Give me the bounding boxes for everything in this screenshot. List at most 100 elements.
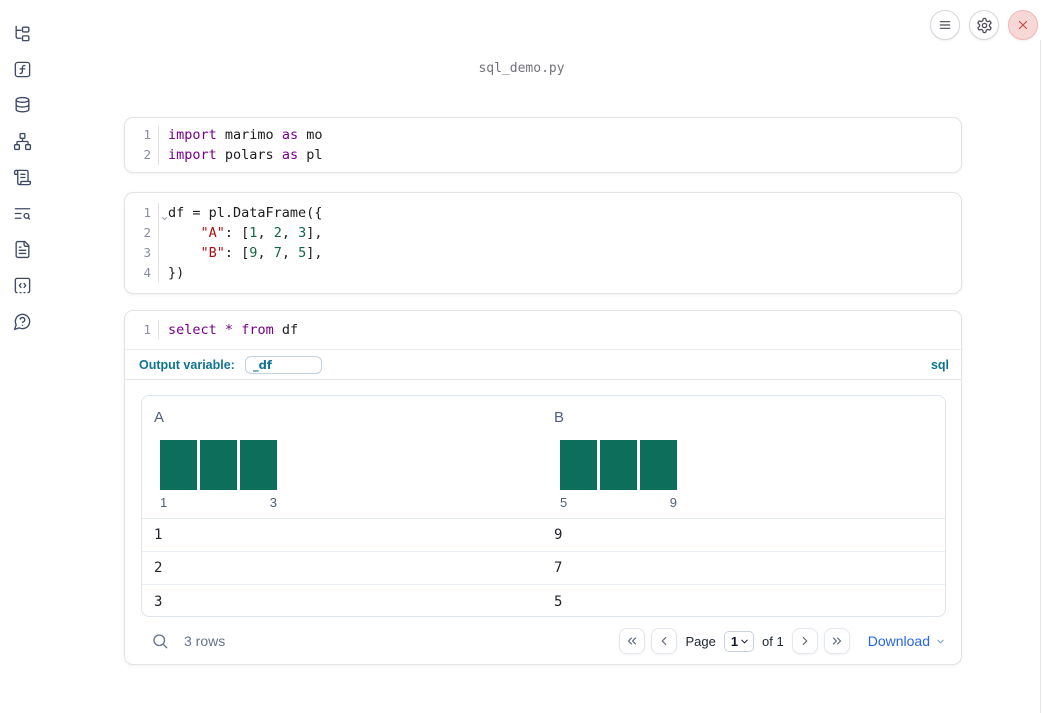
code-cell-dataframe[interactable]: 1 df = pl.DataFrame({2 "A": [1, 2, 3], 3 "… <box>124 192 962 294</box>
code-token: marimo <box>216 127 282 143</box>
code-token: polars <box>216 147 282 163</box>
last-page-button[interactable] <box>823 628 850 654</box>
shutdown-button[interactable] <box>1008 10 1038 40</box>
code-text: import polars as pl <box>159 145 322 165</box>
cell-output-area: A 1 3 B 5 9 192735 3 rows Page 1 of 1 Do… <box>125 380 961 666</box>
fold-chevron-icon <box>161 216 168 221</box>
line-number: 3 <box>125 243 159 263</box>
code-text: "A": [1, 2, 3], <box>159 223 323 243</box>
table-body: 192735 <box>142 519 945 616</box>
next-page-button[interactable] <box>791 628 818 654</box>
histogram-bar[interactable] <box>160 440 197 490</box>
search-icon[interactable] <box>151 632 169 650</box>
code-token: , <box>281 225 299 241</box>
notebook-filename: sql_demo.py <box>478 61 565 76</box>
line-number: 1 <box>125 203 168 223</box>
histogram-bar[interactable] <box>640 440 677 490</box>
row-count-label: 3 rows <box>184 633 226 649</box>
table-cell: 1 <box>154 527 163 543</box>
code-token: * <box>224 322 234 338</box>
sidebar-item-documentation[interactable] <box>12 240 32 258</box>
table-row[interactable]: 27 <box>142 552 945 585</box>
sidebar <box>0 0 44 713</box>
table-row[interactable]: 35 <box>142 585 945 616</box>
output-variable-label: Output variable: <box>139 357 235 372</box>
histogram-bar[interactable] <box>600 440 637 490</box>
gear-icon <box>976 17 992 33</box>
code-text: import marimo as mo <box>159 125 322 145</box>
column-label: B <box>554 409 565 426</box>
scroll-icon <box>13 169 31 185</box>
sidebar-item-outline-search[interactable] <box>12 204 32 222</box>
column-histogram <box>560 440 677 490</box>
fold-toggle[interactable] <box>160 209 169 229</box>
sql-cell[interactable]: 1select * from df Output variable: sql A… <box>124 310 962 665</box>
table-cell: 5 <box>554 593 563 610</box>
menu-button[interactable] <box>930 10 960 40</box>
code-token: mo <box>298 127 323 143</box>
histogram-bar[interactable] <box>200 440 237 490</box>
code-token: as <box>281 127 299 143</box>
chevrons-right-icon <box>832 637 841 645</box>
code-token: df <box>273 322 299 338</box>
code-editor[interactable]: 1 df = pl.DataFrame({2 "A": [1, 2, 3], 3 "… <box>125 193 961 293</box>
code-snippet-icon <box>14 277 30 293</box>
code-token: ], <box>306 245 323 261</box>
page-label: Page <box>685 633 716 649</box>
output-variable-input[interactable] <box>244 355 322 374</box>
sidebar-item-datasources[interactable] <box>12 96 32 114</box>
document-icon <box>14 240 30 258</box>
menu-icon <box>939 21 951 29</box>
code-cell-imports[interactable]: 1 import marimo as mo 2 import polars as pl <box>124 117 962 173</box>
column-header-a[interactable]: A 1 3 <box>142 396 542 518</box>
close-icon <box>1018 20 1028 30</box>
dataframe-table: A 1 3 B 5 9 192735 <box>141 395 946 617</box>
chevron-left-icon <box>662 636 667 646</box>
sidebar-item-file-explorer[interactable] <box>12 24 32 42</box>
table-cell: 3 <box>154 593 163 610</box>
settings-button[interactable] <box>969 10 999 40</box>
code-token: "A" <box>200 225 225 241</box>
code-token: select <box>168 322 217 338</box>
histogram-bar[interactable] <box>240 440 277 490</box>
code-line: 4}) <box>125 263 961 283</box>
code-token: pl <box>298 147 323 163</box>
sidebar-item-help[interactable] <box>12 312 32 330</box>
database-icon <box>14 96 30 113</box>
prev-page-button[interactable] <box>651 628 678 654</box>
list-search-icon <box>14 207 30 220</box>
sql-editor[interactable]: 1 select * from df <box>125 311 961 350</box>
code-line: 2 "A": [1, 2, 3], <box>125 223 961 243</box>
sidebar-item-logs[interactable] <box>12 168 32 186</box>
chevrons-left-icon <box>628 637 637 645</box>
code-token: : [ <box>224 225 250 241</box>
sidebar-item-dependencies[interactable] <box>12 132 32 150</box>
table-cell: 2 <box>154 560 163 576</box>
page-select[interactable]: 1 <box>723 630 755 652</box>
chevron-right-icon <box>802 636 808 646</box>
code-text: "B": [9, 7, 5], <box>159 243 323 263</box>
sidebar-item-snippets[interactable] <box>12 276 32 294</box>
code-token: as <box>281 147 299 163</box>
column-header-b[interactable]: B 5 9 <box>542 396 945 518</box>
table-row[interactable]: 19 <box>142 519 945 552</box>
page-select-value: 1 <box>730 633 739 649</box>
first-page-button[interactable] <box>619 628 646 654</box>
chevron-down-icon <box>937 639 944 643</box>
code-token: ], <box>306 225 323 241</box>
sql-meta-row: Output variable: sql <box>125 350 961 380</box>
code-token: : [ <box>224 245 250 261</box>
download-button[interactable]: Download <box>868 633 946 649</box>
table-footer: 3 rows Page 1 of 1 Download <box>141 625 946 657</box>
code-line: 3 "B": [9, 7, 5], <box>125 243 961 263</box>
page-total-label: of 1 <box>762 633 784 649</box>
histogram-max-tick: 9 <box>669 495 677 510</box>
file-tree-icon <box>14 25 30 41</box>
code-editor[interactable]: 1 import marimo as mo 2 import polars as pl <box>125 118 961 172</box>
histogram-bar[interactable] <box>560 440 597 490</box>
table-cell: 9 <box>554 527 563 543</box>
line-number: 1 <box>125 320 159 340</box>
histogram-max-tick: 3 <box>269 495 277 510</box>
